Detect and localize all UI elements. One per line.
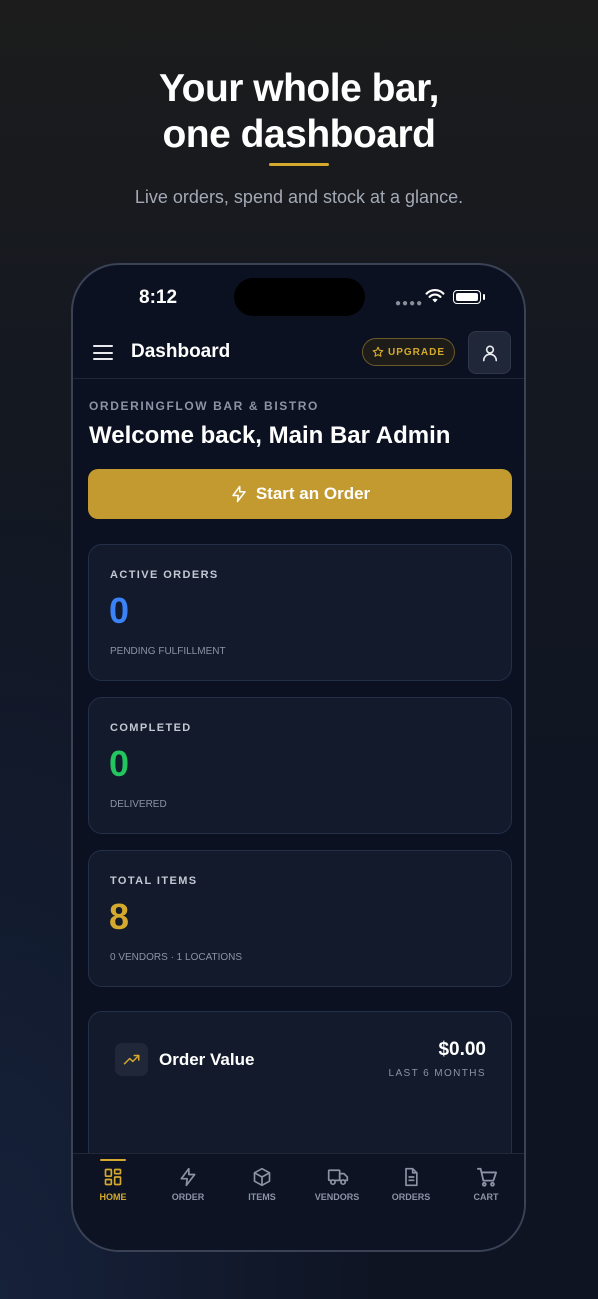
hero-title: Your whole bar, one dashboard	[0, 66, 598, 158]
start-order-button[interactable]: Start an Order	[88, 469, 512, 519]
tab-items[interactable]: ITEMS	[225, 1154, 299, 1214]
cart-icon	[476, 1167, 497, 1187]
battery-tip	[483, 294, 485, 300]
profile-button[interactable]	[468, 331, 511, 374]
tab-home[interactable]: HOME	[76, 1154, 150, 1214]
order-value-title: Order Value	[159, 1050, 255, 1069]
home-grid-icon	[104, 1168, 122, 1186]
hero-title-line1: Your whole bar,	[159, 67, 440, 110]
hero-underline	[269, 163, 329, 166]
stat-value: 0	[109, 743, 130, 784]
document-icon	[405, 1167, 418, 1187]
tab-label: HOME	[99, 1192, 127, 1202]
start-order-label: Start an Order	[255, 484, 371, 503]
battery-icon	[453, 290, 481, 304]
bolt-icon	[180, 1167, 196, 1187]
stat-label: TOTAL ITEMS	[110, 875, 198, 887]
wifi-icon	[425, 289, 445, 303]
tab-cart[interactable]: CART	[449, 1154, 523, 1214]
stat-card-active-orders[interactable]: ACTIVE ORDERS 0 PENDING FULFILLMENT	[88, 544, 512, 681]
active-tab-indicator	[100, 1159, 126, 1161]
business-name: ORDERINGFLOW BAR & BISTRO	[89, 399, 319, 413]
stat-caption: 0 VENDORS · 1 LOCATIONS	[110, 952, 243, 963]
stat-card-total-items[interactable]: TOTAL ITEMS 8 0 VENDORS · 1 LOCATIONS	[88, 850, 512, 987]
page-title: Dashboard	[131, 341, 231, 362]
upgrade-label: UPGRADE	[387, 346, 445, 358]
stat-label: COMPLETED	[110, 722, 192, 734]
trending-up-icon	[115, 1043, 148, 1076]
star-icon	[372, 346, 384, 357]
hamburger-menu-icon[interactable]	[93, 345, 113, 361]
tab-label: CART	[473, 1192, 499, 1202]
tab-label: ORDERS	[391, 1192, 431, 1202]
stat-card-completed[interactable]: COMPLETED 0 DELIVERED	[88, 697, 512, 834]
box-icon	[253, 1167, 271, 1187]
hero-subtitle: Live orders, spend and stock at a glance…	[134, 187, 464, 207]
status-time: 8:12	[139, 287, 178, 308]
signal-icon: ●●●●	[395, 298, 424, 309]
bolt-icon	[232, 485, 246, 503]
phone-frame: 8:12 ●●●● Dashboard UPGRADE ORDERINGFLOW…	[71, 263, 526, 1252]
tab-orders[interactable]: ORDERS	[374, 1154, 448, 1214]
stat-caption: DELIVERED	[110, 799, 167, 810]
tab-vendors[interactable]: VENDORS	[300, 1154, 374, 1214]
welcome-heading: Welcome back, Main Bar Admin	[89, 422, 451, 449]
status-bar: 8:12 ●●●●	[73, 265, 524, 325]
user-icon	[482, 345, 497, 361]
order-value-amount: $0.00	[438, 1039, 486, 1060]
truck-icon	[327, 1169, 349, 1186]
hero-title-line2: one dashboard	[162, 113, 436, 156]
stat-caption: PENDING FULFILLMENT	[110, 646, 226, 657]
stat-value: 0	[109, 590, 130, 631]
upgrade-button[interactable]: UPGRADE	[362, 338, 455, 366]
dynamic-island	[234, 278, 365, 316]
tab-label: ORDER	[171, 1192, 205, 1202]
tab-label: ITEMS	[248, 1192, 276, 1202]
app-header: Dashboard UPGRADE	[73, 327, 524, 379]
bottom-tab-bar: HOME ORDER ITEMS VENDORS ORDERS CART	[73, 1153, 524, 1250]
stat-label: ACTIVE ORDERS	[110, 569, 219, 581]
order-value-range: LAST 6 MONTHS	[388, 1068, 486, 1079]
tab-order[interactable]: ORDER	[151, 1154, 225, 1214]
tab-label: VENDORS	[314, 1192, 360, 1202]
stat-value: 8	[109, 896, 130, 937]
